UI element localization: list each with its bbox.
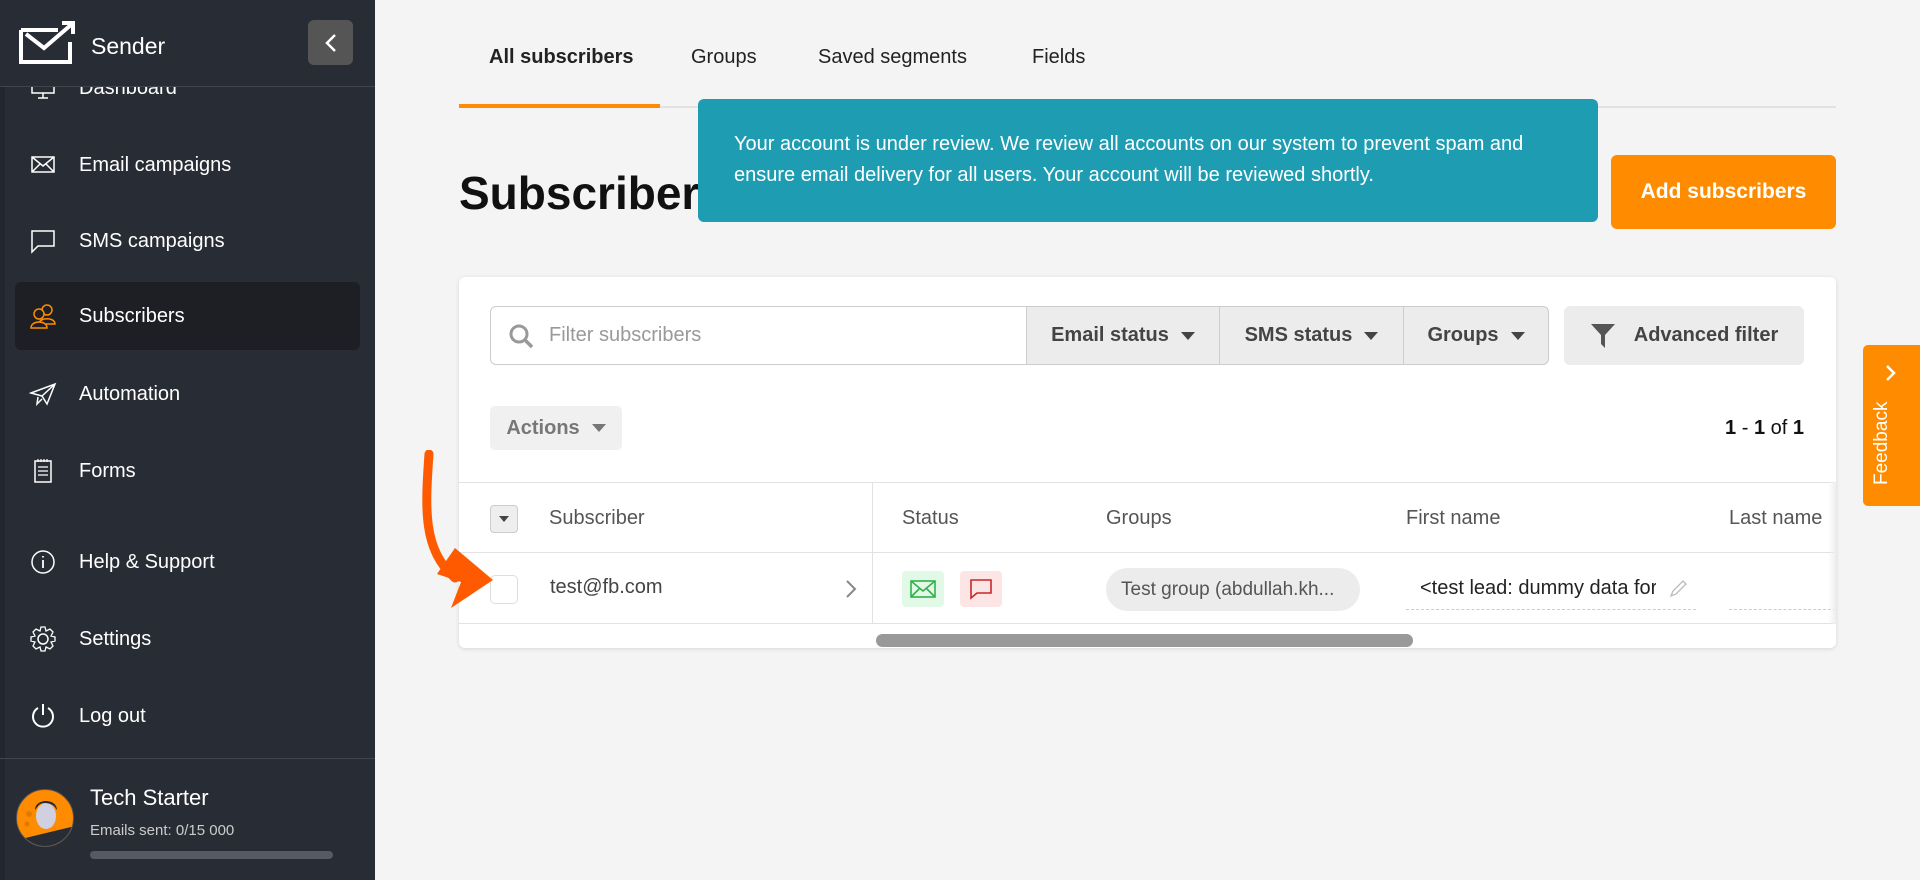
subscriber-email[interactable]: test@fb.com bbox=[550, 576, 663, 599]
emails-sent-progress bbox=[90, 851, 333, 859]
sidebar-item-label: Subscribers bbox=[79, 304, 185, 327]
caret-down-icon bbox=[1364, 331, 1379, 340]
dropdown-label: SMS status bbox=[1244, 324, 1353, 346]
sidebar-item-log-out[interactable]: Log out bbox=[15, 682, 360, 750]
tab-saved-segments[interactable]: Saved segments bbox=[818, 46, 967, 69]
add-subscribers-button[interactable]: Add subscribers bbox=[1611, 155, 1836, 229]
chat-bubble-icon bbox=[29, 227, 57, 255]
profile-name: Tech Starter bbox=[90, 785, 209, 810]
sidebar-item-subscribers[interactable]: Subscribers bbox=[15, 282, 360, 350]
envelope-icon bbox=[29, 151, 57, 179]
page-title: Subscribers bbox=[459, 167, 725, 219]
sidebar-item-settings[interactable]: Settings bbox=[15, 605, 360, 673]
sidebar-header: Sender bbox=[0, 0, 375, 87]
email-status-dropdown[interactable]: Email status bbox=[1027, 307, 1220, 364]
page-to: 1 bbox=[1753, 417, 1766, 439]
sidebar-item-forms[interactable]: Forms bbox=[15, 437, 360, 505]
sender-logo-icon bbox=[19, 21, 75, 64]
filter-dropdowns: Email status SMS status Groups bbox=[1026, 306, 1549, 365]
filter-subscribers-input[interactable] bbox=[549, 324, 1009, 347]
envelope-icon bbox=[910, 580, 936, 598]
sidebar-item-sms-campaigns[interactable]: SMS campaigns bbox=[15, 207, 360, 275]
column-header-first-name[interactable]: First name bbox=[1406, 507, 1500, 530]
sms-status-badge bbox=[960, 571, 1002, 607]
sidebar-item-email-campaigns[interactable]: Email campaigns bbox=[15, 131, 360, 199]
horizontal-scrollbar[interactable] bbox=[876, 634, 1413, 647]
brand-name: Sender bbox=[91, 33, 166, 59]
first-name-field[interactable]: <test lead: dummy data for first_name> bbox=[1406, 568, 1696, 610]
sidebar-item-label: Help & Support bbox=[79, 550, 215, 573]
groups-dropdown[interactable]: Groups bbox=[1404, 307, 1548, 364]
gear-icon bbox=[29, 625, 57, 653]
subscriber-tabs: All subscribers Groups Saved segments Fi… bbox=[459, 0, 1836, 108]
avatar[interactable] bbox=[16, 789, 74, 847]
chevron-left-icon bbox=[324, 33, 336, 52]
table-row[interactable]: test@fb.com Test group (abdullah.kh... <… bbox=[459, 553, 1836, 624]
column-header-subscriber[interactable]: Subscriber bbox=[549, 507, 645, 530]
sidebar-item-automation[interactable]: Automation bbox=[15, 360, 360, 428]
select-all-dropdown[interactable] bbox=[490, 505, 518, 533]
users-icon bbox=[29, 302, 57, 330]
tab-all-subscribers[interactable]: All subscribers bbox=[489, 46, 634, 69]
column-separator bbox=[872, 553, 873, 623]
email-status-badge bbox=[902, 571, 944, 607]
account-review-notification: Your account is under review. We review … bbox=[698, 99, 1598, 222]
caret-down-icon bbox=[1180, 331, 1195, 340]
sidebar-item-label: Email campaigns bbox=[79, 153, 232, 176]
caret-down-icon bbox=[1510, 331, 1525, 340]
table-header: Subscriber Status Groups First name Last… bbox=[459, 482, 1836, 553]
advanced-filter-button[interactable]: Advanced filter bbox=[1564, 306, 1804, 365]
filter-search-box[interactable] bbox=[490, 306, 1027, 365]
first-name-value: <test lead: dummy data for first_name> bbox=[1420, 577, 1656, 599]
sms-status-dropdown[interactable]: SMS status bbox=[1220, 307, 1404, 364]
funnel-icon bbox=[1590, 323, 1615, 348]
active-tab-indicator bbox=[459, 104, 660, 108]
last-name-field[interactable] bbox=[1729, 568, 1836, 610]
collapse-sidebar-button[interactable] bbox=[308, 20, 353, 65]
feedback-tab[interactable]: Feedback bbox=[1863, 345, 1920, 506]
caret-down-icon bbox=[499, 516, 509, 522]
sidebar-item-help-support[interactable]: Help & Support bbox=[15, 528, 360, 596]
sidebar-item-label: Automation bbox=[79, 382, 181, 405]
notepad-icon bbox=[29, 457, 57, 485]
emails-sent-label: Emails sent: 0/15 000 bbox=[90, 822, 235, 839]
dropdown-label: Email status bbox=[1051, 324, 1169, 346]
actions-label: Actions bbox=[506, 416, 580, 439]
column-header-groups[interactable]: Groups bbox=[1106, 507, 1172, 530]
info-icon bbox=[29, 548, 57, 576]
page-total: 1 bbox=[1792, 417, 1804, 439]
chevron-right-icon[interactable] bbox=[843, 577, 859, 601]
sidebar-item-label: Settings bbox=[79, 627, 152, 650]
search-icon bbox=[509, 324, 534, 348]
sidebar-divider bbox=[0, 758, 375, 759]
tab-groups[interactable]: Groups bbox=[691, 46, 757, 69]
advanced-filter-label: Advanced filter bbox=[1633, 324, 1779, 346]
page-of: of bbox=[1770, 417, 1788, 439]
paper-plane-icon bbox=[29, 380, 57, 408]
subscribers-table-card: Email status SMS status Groups Advanced … bbox=[459, 277, 1836, 648]
column-separator bbox=[872, 483, 873, 552]
pagination-info: 1 - 1 of 1 bbox=[1725, 417, 1804, 439]
feedback-label: Feedback bbox=[1871, 401, 1892, 485]
dropdown-label: Groups bbox=[1427, 324, 1499, 346]
sidebar-item-label: SMS campaigns bbox=[79, 229, 225, 252]
sidebar-item-label: Log out bbox=[79, 704, 146, 727]
column-header-status[interactable]: Status bbox=[902, 507, 959, 530]
group-tag[interactable]: Test group (abdullah.kh... bbox=[1106, 568, 1360, 611]
row-checkbox[interactable] bbox=[490, 575, 518, 604]
chevron-right-icon bbox=[1886, 365, 1896, 381]
sidebar: Sender Dashboard Email campaigns SMS cam… bbox=[0, 0, 375, 880]
pencil-icon[interactable] bbox=[1668, 579, 1688, 599]
column-header-last-name[interactable]: Last name bbox=[1729, 507, 1822, 530]
chat-bubble-icon bbox=[970, 579, 992, 600]
page-from: 1 bbox=[1725, 417, 1737, 439]
actions-dropdown[interactable]: Actions bbox=[490, 406, 622, 450]
table-overflow-fade bbox=[1828, 482, 1836, 624]
sidebar-item-label: Forms bbox=[79, 459, 136, 482]
power-icon bbox=[29, 702, 57, 730]
caret-down-icon bbox=[591, 424, 606, 432]
user-avatar-icon bbox=[17, 801, 73, 846]
tab-fields[interactable]: Fields bbox=[1032, 46, 1085, 69]
